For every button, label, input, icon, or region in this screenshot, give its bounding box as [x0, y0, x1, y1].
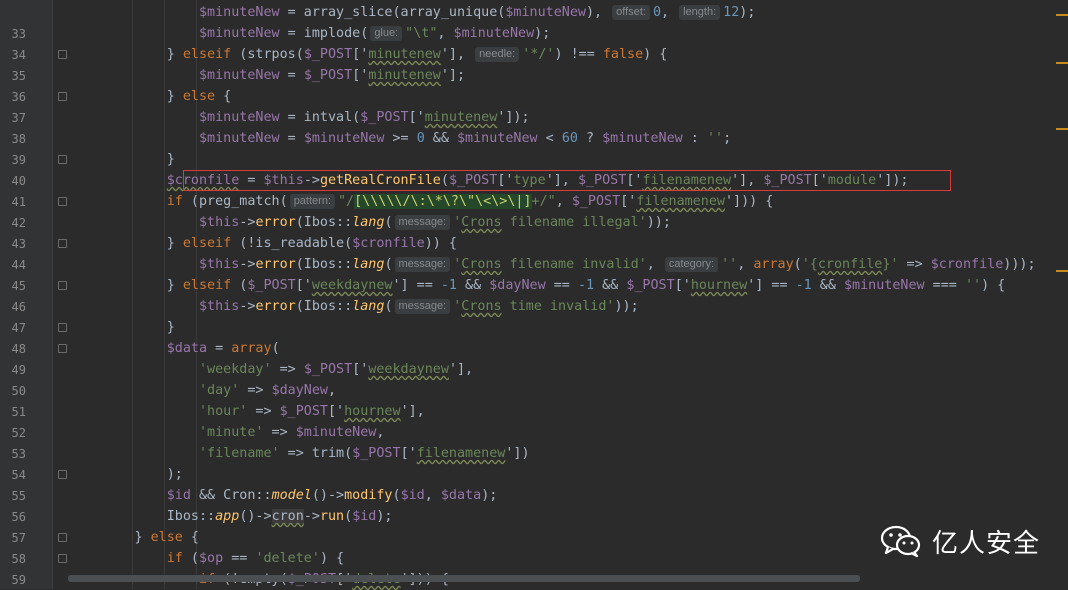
parameter-hint: glue:: [370, 26, 403, 41]
line-number: 53: [11, 447, 26, 461]
code-line: $minuteNew = $minuteNew >= 0 && $minuteN…: [199, 131, 732, 146]
line-number: 52: [11, 426, 26, 440]
parameter-hint: message:: [394, 257, 451, 272]
watermark-text: 亿人安全: [932, 528, 1041, 559]
line-number: 38: [11, 132, 26, 146]
parameter-hint: message:: [394, 215, 451, 230]
line-number: 57: [11, 531, 26, 545]
code-line: $id && Cron::model()->modify($id, $data)…: [166, 488, 498, 503]
line-number: 48: [11, 342, 26, 356]
line-number: 45: [11, 279, 26, 293]
line-number: 36: [11, 90, 26, 104]
horizontal-scrollbar[interactable]: [68, 575, 860, 582]
code-line: 'filename' => trim($_POST['filenamenew']…: [199, 446, 530, 461]
warning-marker[interactable]: [1056, 14, 1068, 16]
code-line: 'minute' => $minuteNew,: [199, 425, 385, 440]
line-number: 33: [11, 27, 26, 41]
code-line: $minuteNew = $_POST['minutenew'];: [199, 68, 466, 83]
code-line: } elseif (!is_readable($cronfile)) {: [166, 236, 457, 251]
code-line: );: [166, 467, 183, 482]
fold-marker-icon[interactable]: [58, 281, 67, 290]
code-line: Ibos::app()->cron->run($id);: [166, 509, 393, 524]
parameter-hint: needle:: [475, 47, 520, 62]
line-number: 34: [11, 48, 26, 62]
line-number: 46: [11, 300, 26, 314]
line-number: 59: [11, 573, 26, 587]
code-line: } elseif ($_POST['weekdaynew'] == -1 && …: [166, 278, 1006, 293]
code-line: }: [166, 152, 175, 167]
line-number: 55: [11, 489, 26, 503]
line-number: 41: [11, 195, 26, 209]
parameter-hint: category:: [664, 257, 719, 272]
code-line: }: [166, 320, 175, 335]
line-number: 58: [11, 552, 26, 566]
line-number: 35: [11, 69, 26, 83]
parameter-hint: offset:: [612, 5, 650, 20]
code-line: } elseif (strpos($_POST['minutenew'], ne…: [166, 47, 668, 62]
parameter-hint: length:: [679, 5, 721, 20]
warning-marker[interactable]: [1056, 270, 1068, 272]
line-number: 39: [11, 153, 26, 167]
line-number: 43: [11, 237, 26, 251]
fold-marker-icon[interactable]: [58, 323, 67, 332]
line-number: 54: [11, 468, 26, 482]
fold-marker-icon[interactable]: [58, 344, 67, 353]
code-line: 'weekday' => $_POST['weekdaynew'],: [199, 362, 474, 377]
error-stripe[interactable]: [1056, 0, 1068, 589]
fold-marker-icon[interactable]: [58, 554, 67, 563]
highlight-box: [183, 170, 951, 191]
fold-marker-icon[interactable]: [58, 470, 67, 479]
line-number: 49: [11, 363, 26, 377]
line-number: 56: [11, 510, 26, 524]
code-editor[interactable]: $minuteNew = array_slice(array_unique($m…: [0, 0, 1068, 589]
fold-marker-icon[interactable]: [58, 92, 67, 101]
code-line: $minuteNew = intval($_POST['minutenew'])…: [199, 110, 530, 125]
line-number: 37: [11, 111, 26, 125]
code-line: if ($op == 'delete') {: [166, 551, 345, 566]
fold-marker-icon[interactable]: [58, 155, 67, 164]
line-number: 47: [11, 321, 26, 335]
wechat-icon: [880, 525, 921, 558]
fold-marker-icon[interactable]: [58, 197, 67, 206]
line-number: 50: [11, 384, 26, 398]
fold-marker-icon[interactable]: [58, 533, 67, 542]
code-line: 'day' => $dayNew,: [199, 383, 337, 398]
watermark: 亿人安全: [880, 523, 1040, 559]
line-number: 40: [11, 174, 26, 188]
code-line: $data = array(: [166, 341, 280, 356]
code-line: } else {: [166, 89, 232, 104]
code-line: if (preg_match(pattern: "/[\\\\\/\:\*\?\"…: [166, 194, 774, 209]
code-line: $this->error(Ibos::lang(message: 'Crons t…: [199, 299, 639, 314]
code-line: } else {: [134, 530, 200, 545]
parameter-hint: message:: [394, 299, 451, 314]
code-line: $minuteNew = array_slice(array_unique($m…: [199, 5, 756, 20]
line-number: 42: [11, 216, 26, 230]
parameter-hint: pattern:: [289, 194, 335, 209]
code-line: $this->error(Ibos::lang(message: 'Crons f…: [199, 257, 1036, 272]
warning-marker[interactable]: [1056, 128, 1068, 130]
fold-marker-icon[interactable]: [58, 50, 67, 59]
code-line: $minuteNew = implode(glue: "\t", $minuteN…: [199, 26, 551, 41]
code-line: 'hour' => $_POST['hournew'],: [199, 404, 425, 419]
code-line: $this->error(Ibos::lang(message: 'Crons f…: [199, 215, 671, 230]
line-number: 44: [11, 258, 26, 272]
fold-marker-icon[interactable]: [58, 239, 67, 248]
warning-marker[interactable]: [1056, 62, 1068, 64]
line-number: 51: [11, 405, 26, 419]
